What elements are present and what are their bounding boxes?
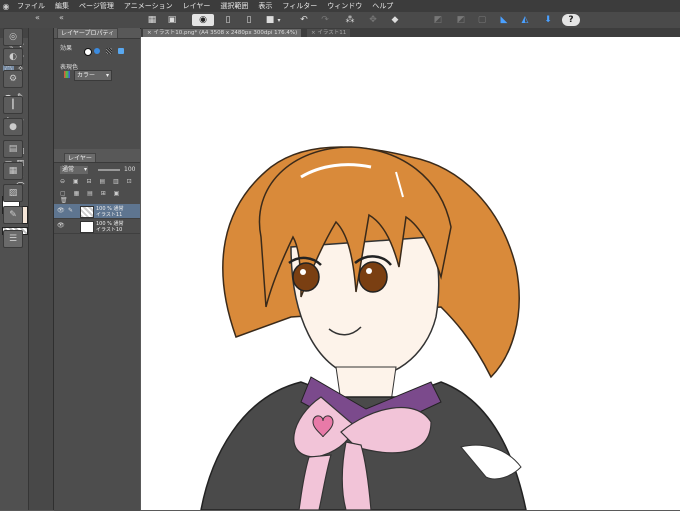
left-eye-highlight [300,269,306,275]
redo-icon[interactable]: ↷ [319,14,331,26]
eye-icon[interactable]: 👁︎ [57,207,65,214]
chevron-down-icon: ▾ [83,166,87,173]
sub-tool-zoom-icon[interactable]: ◎ [3,28,23,46]
effect-layer-color-icon[interactable] [118,48,124,54]
image-icon[interactable]: ▣ [166,14,178,26]
menu-selection[interactable]: 選択範囲 [215,1,253,11]
illustration [200,146,527,510]
grid-icon[interactable]: ▦ [146,14,158,26]
selection-icon[interactable]: ⁂ [344,14,356,26]
layer-row[interactable]: 👁︎ ✎ 100 % 通常 イラスト11 [54,204,140,219]
view-icon[interactable]: ◉ [192,14,214,26]
chevron-down-icon: ▾ [105,72,109,79]
layer-name: イラスト10 [96,227,123,233]
menu-page-management[interactable]: ページ管理 [74,1,119,11]
layer-action-toolbar: ▢ ▦ ▤ ⊞ ▣ 🗑︎ [60,190,123,204]
color-mode-icon [64,71,70,78]
eraser-icon[interactable]: ◆ [389,14,401,26]
collapse-icon[interactable]: « [56,12,67,23]
document-tab-bar: × イラスト10.png* (A4 3508 x 2480px 300dpi 1… [141,28,680,37]
menu-animation[interactable]: アニメーション [119,1,178,11]
effect-tone-icon[interactable] [106,48,112,54]
opacity-slider[interactable] [98,169,120,171]
perspective-icon[interactable]: ◭ [519,14,531,26]
sub-tool-brush-size-icon[interactable]: ┃ [3,96,23,114]
menu-bar: ◉ ファイル 編集 ページ管理 アニメーション レイヤー 選択範囲 表示 フィル… [0,0,680,12]
drawing-canvas[interactable] [141,37,680,510]
help-icon[interactable]: ? [562,14,580,26]
sub-tool-grid-icon[interactable]: ▦ [3,162,23,180]
chevron-down-icon[interactable]: ▾ [276,14,282,26]
open-file-icon[interactable]: ▯ [243,14,255,26]
layer-property-panel [54,38,140,149]
document-tab-active[interactable]: × イラスト10.png* (A4 3508 x 2480px 300dpi 1… [143,29,302,37]
layer-row[interactable]: 👁︎ 100 % 通常 イラスト10 [54,219,140,234]
transform-icon[interactable]: ✥ [367,14,379,26]
layer-thumbnail [80,221,94,233]
menu-window[interactable]: ウィンドウ [322,1,367,11]
layer-name: イラスト11 [96,212,123,218]
close-icon[interactable]: × [147,30,152,36]
blend-mode-select[interactable]: 通常 ▾ [60,166,88,174]
effect-label: 効果 [60,45,73,52]
sub-tool-pen-icon[interactable]: ✎ [3,206,23,224]
menu-file[interactable]: ファイル [12,1,50,11]
sub-tool-box-icon[interactable]: ▤ [3,140,23,158]
display-color-select[interactable]: カラー ▾ [74,70,112,81]
eye-icon[interactable]: 👁︎ [57,222,65,229]
menu-layer[interactable]: レイヤー [178,1,216,11]
blend-mode-value: 通常 [62,166,75,173]
document-tab-label: イラスト11 [317,30,347,36]
disabled-tool-icon[interactable]: ◩ [432,14,444,26]
new-file-icon[interactable]: ▯ [222,14,234,26]
menu-filter[interactable]: フィルター [277,1,322,11]
menu-help[interactable]: ヘルプ [367,1,398,11]
opacity-value: 100 [124,166,136,173]
sub-tool-settings-icon[interactable]: ⚙ [3,70,23,88]
right-eye-highlight [366,268,372,274]
app-logo-icon[interactable]: ◉ [0,0,12,12]
left-eye [292,262,320,292]
ruler-icon[interactable]: ◣ [498,14,510,26]
tab-layer-property[interactable]: レイヤープロパティ [57,28,119,38]
disabled-tool-icon[interactable]: ▢ [476,14,488,26]
undo-icon[interactable]: ↶ [298,14,310,26]
effect-color-icon[interactable] [94,48,100,54]
pen-lock-icon[interactable]: ✎ [68,207,73,214]
sub-tool-column [29,28,54,510]
document-tab[interactable]: × イラスト11 [307,29,351,37]
collapse-icon[interactable]: « [32,12,43,23]
disabled-tool-icon[interactable]: ◩ [455,14,467,26]
document-tab-label: イラスト10.png* (A4 3508 x 2480px 300dpi 176… [153,30,298,36]
effect-border-icon[interactable] [84,48,92,56]
sub-tool-navigator-icon[interactable]: ◐ [3,48,23,66]
sub-tool-layers-icon[interactable]: ☰ [3,230,23,248]
save-icon[interactable]: ■ [264,14,276,26]
download-icon[interactable]: ⬇ [542,14,554,26]
display-color-value: カラー [77,72,96,79]
close-icon[interactable]: × [311,30,316,36]
layer-lock-toolbar: ⊖ ▣ ⊟ ▤ ▥ ⊡ [60,178,135,185]
sub-tool-material-icon[interactable]: ▨ [3,184,23,202]
menu-edit[interactable]: 編集 [50,1,74,11]
right-eye [358,261,388,293]
layer-thumbnail [80,206,94,218]
menu-view[interactable]: 表示 [253,1,277,11]
sub-tool-sphere-icon[interactable]: ● [3,118,23,136]
command-bar: ▦ ▣ ◉ ▯ ▯ ■ ▾ ↶ ↷ ⁂ ✥ ◆ ◩ ◩ ▢ ◣ ◭ ⬇ ? [0,12,680,29]
